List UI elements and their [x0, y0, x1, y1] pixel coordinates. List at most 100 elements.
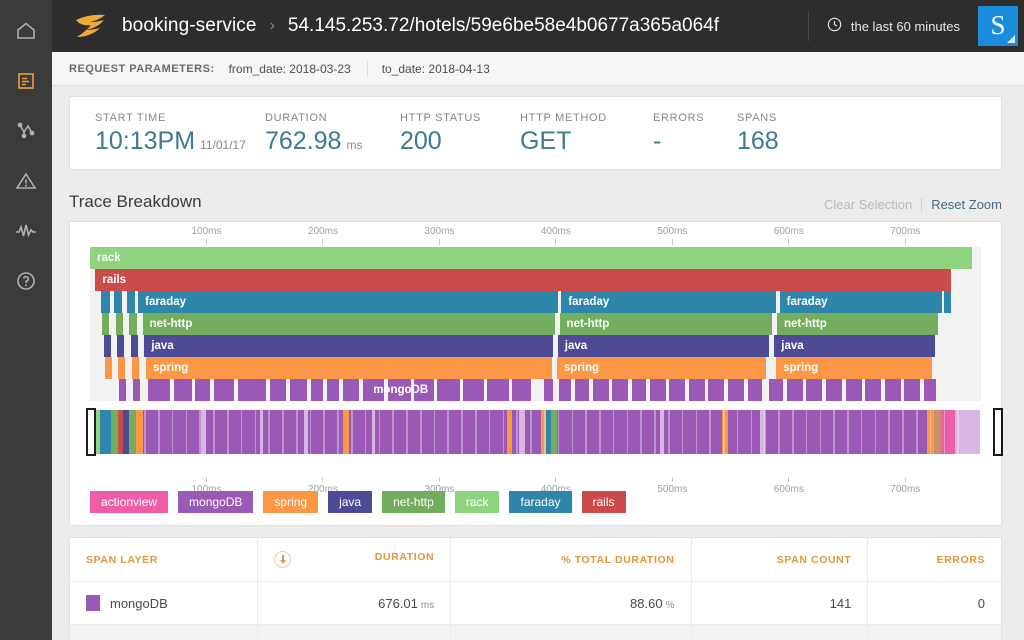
span-bar-java[interactable]: java — [558, 335, 769, 357]
minimap-handle-left[interactable] — [86, 408, 96, 456]
span-bar-net-http[interactable] — [129, 313, 137, 335]
span-bar-mongoDB[interactable] — [133, 379, 140, 401]
span-bar-java[interactable]: java — [144, 335, 553, 357]
span-bar-mongoDB[interactable] — [195, 379, 210, 401]
span-bar-faraday[interactable] — [101, 291, 111, 313]
span-bar-rails[interactable]: rails — [95, 269, 950, 291]
span-bar-net-http[interactable]: net-http — [560, 313, 773, 335]
span-bar-mongoDB[interactable] — [559, 379, 571, 401]
span-bar-mongoDB[interactable] — [238, 379, 267, 401]
legend-chip-net-http[interactable]: net-http — [382, 491, 445, 513]
sidebar-item-traces[interactable] — [0, 56, 52, 106]
span-bar-mongoDB[interactable] — [787, 379, 803, 401]
span-bar-mongoDB[interactable] — [689, 379, 705, 401]
span-bar-mongoDB[interactable] — [311, 379, 323, 401]
column-header-span-count[interactable]: SPAN COUNT — [691, 538, 868, 582]
sidebar-item-home[interactable] — [0, 6, 52, 56]
column-header-span-layer[interactable]: SPAN LAYER — [70, 538, 258, 582]
breadcrumb-url[interactable]: 54.145.253.72/hotels/59e6be58e4b0677a365… — [288, 15, 719, 37]
span-bar-mongoDB[interactable] — [806, 379, 822, 401]
span-bar-mongoDB[interactable] — [728, 379, 744, 401]
span-bar-mongoDB[interactable] — [593, 379, 609, 401]
span-bar-faraday[interactable] — [114, 291, 122, 313]
span-bar-spring[interactable]: spring — [557, 357, 766, 379]
span-bar-mongoDB[interactable] — [512, 379, 531, 401]
table-row[interactable] — [70, 625, 1001, 640]
span-bar-faraday[interactable] — [944, 291, 951, 313]
legend-chip-java[interactable]: java — [328, 491, 372, 513]
span-bar-mongoDB[interactable] — [865, 379, 881, 401]
span-bar-net-http[interactable] — [116, 313, 123, 335]
span-bar-spring[interactable] — [132, 357, 139, 379]
span-bar-mongoDB[interactable] — [748, 379, 762, 401]
span-bar-faraday[interactable]: faraday — [138, 291, 558, 313]
span-bar-mongoDB[interactable] — [632, 379, 646, 401]
span-bar-spring[interactable]: spring — [146, 357, 551, 379]
span-bar-mongoDB[interactable] — [904, 379, 920, 401]
span-bar-mongoDB[interactable] — [214, 379, 234, 401]
span-bar-mongoDB[interactable] — [463, 379, 483, 401]
span-bar-mongoDB[interactable] — [388, 379, 411, 401]
span-bar-mongoDB[interactable] — [148, 379, 170, 401]
span-bar-mongoDB[interactable] — [290, 379, 308, 401]
span-bar-faraday[interactable] — [127, 291, 134, 313]
legend-chip-rails[interactable]: rails — [582, 491, 626, 513]
span-bar-mongoDB[interactable] — [669, 379, 685, 401]
span-bar-mongoDB[interactable] — [414, 379, 434, 401]
reset-zoom-button[interactable]: Reset Zoom — [922, 197, 1002, 212]
time-range-picker[interactable]: the last 60 minutes — [808, 11, 978, 41]
span-bar-mongoDB[interactable] — [343, 379, 359, 401]
span-bar-mongoDB[interactable] — [174, 379, 192, 401]
sort-descending-icon[interactable] — [274, 551, 291, 568]
span-bar-mongoDB[interactable] — [885, 379, 901, 401]
legend-chip-rack[interactable]: rack — [455, 491, 500, 513]
clear-selection-button[interactable]: Clear Selection — [824, 197, 921, 212]
span-bar-java[interactable] — [117, 335, 124, 357]
span-bar-rack[interactable]: rack — [90, 247, 972, 269]
column-header-duration[interactable]: DURATION — [258, 538, 451, 582]
span-bar-mongoDB[interactable] — [612, 379, 628, 401]
span-bar-mongoDB[interactable] — [769, 379, 783, 401]
span-bar-mongoDB[interactable] — [119, 379, 126, 401]
span-bar-java[interactable] — [104, 335, 111, 357]
span-bar-mongoDB[interactable] — [826, 379, 842, 401]
span-bar-net-http[interactable]: net-http — [143, 313, 556, 335]
span-bar-faraday[interactable]: faraday — [780, 291, 942, 313]
legend-chip-actionview[interactable]: actionview — [90, 491, 168, 513]
span-bar-mongoDB[interactable] — [544, 379, 553, 401]
span-bar-mongoDB[interactable] — [575, 379, 589, 401]
sidebar-item-help[interactable] — [0, 256, 52, 306]
minimap-handle-right[interactable] — [993, 408, 1003, 456]
span-bar-spring[interactable] — [118, 357, 125, 379]
minimap-container[interactable] — [82, 410, 989, 454]
span-bar-mongoDB[interactable] — [487, 379, 508, 401]
legend-chip-mongoDB[interactable]: mongoDB — [178, 491, 253, 513]
sidebar-item-alerts[interactable] — [0, 156, 52, 206]
app-logo[interactable]: S — [978, 6, 1018, 46]
span-bar-faraday[interactable]: faraday — [561, 291, 776, 313]
span-bar-mongoDB[interactable] — [270, 379, 286, 401]
timeline-tick: 200ms — [308, 226, 338, 245]
column-header-errors[interactable]: ERRORS — [868, 538, 1001, 582]
table-row[interactable]: mongoDB676.01ms88.60%1410 — [70, 582, 1001, 625]
span-bar-net-http[interactable] — [102, 313, 109, 335]
span-bar-java[interactable]: java — [774, 335, 934, 357]
legend-chip-faraday[interactable]: faraday — [509, 491, 571, 513]
span-bar-mongoDB[interactable] — [846, 379, 862, 401]
column-header--total-duration[interactable]: % TOTAL DURATION — [451, 538, 691, 582]
breadcrumb-service[interactable]: booking-service — [122, 15, 257, 37]
span-bar-spring[interactable]: spring — [776, 357, 932, 379]
minimap-strip[interactable] — [91, 410, 980, 454]
span-bar-mongoDB[interactable] — [363, 379, 384, 401]
span-bar-mongoDB[interactable] — [327, 379, 339, 401]
legend-chip-spring[interactable]: spring — [263, 491, 318, 513]
span-bar-mongoDB[interactable] — [924, 379, 936, 401]
span-bar-net-http[interactable]: net-http — [777, 313, 938, 335]
span-bar-mongoDB[interactable] — [437, 379, 459, 401]
span-bar-java[interactable] — [131, 335, 138, 357]
span-bar-mongoDB[interactable] — [708, 379, 724, 401]
sidebar-item-service-map[interactable] — [0, 106, 52, 156]
span-bar-spring[interactable] — [105, 357, 112, 379]
sidebar-item-monitors[interactable] — [0, 206, 52, 256]
span-bar-mongoDB[interactable] — [650, 379, 666, 401]
